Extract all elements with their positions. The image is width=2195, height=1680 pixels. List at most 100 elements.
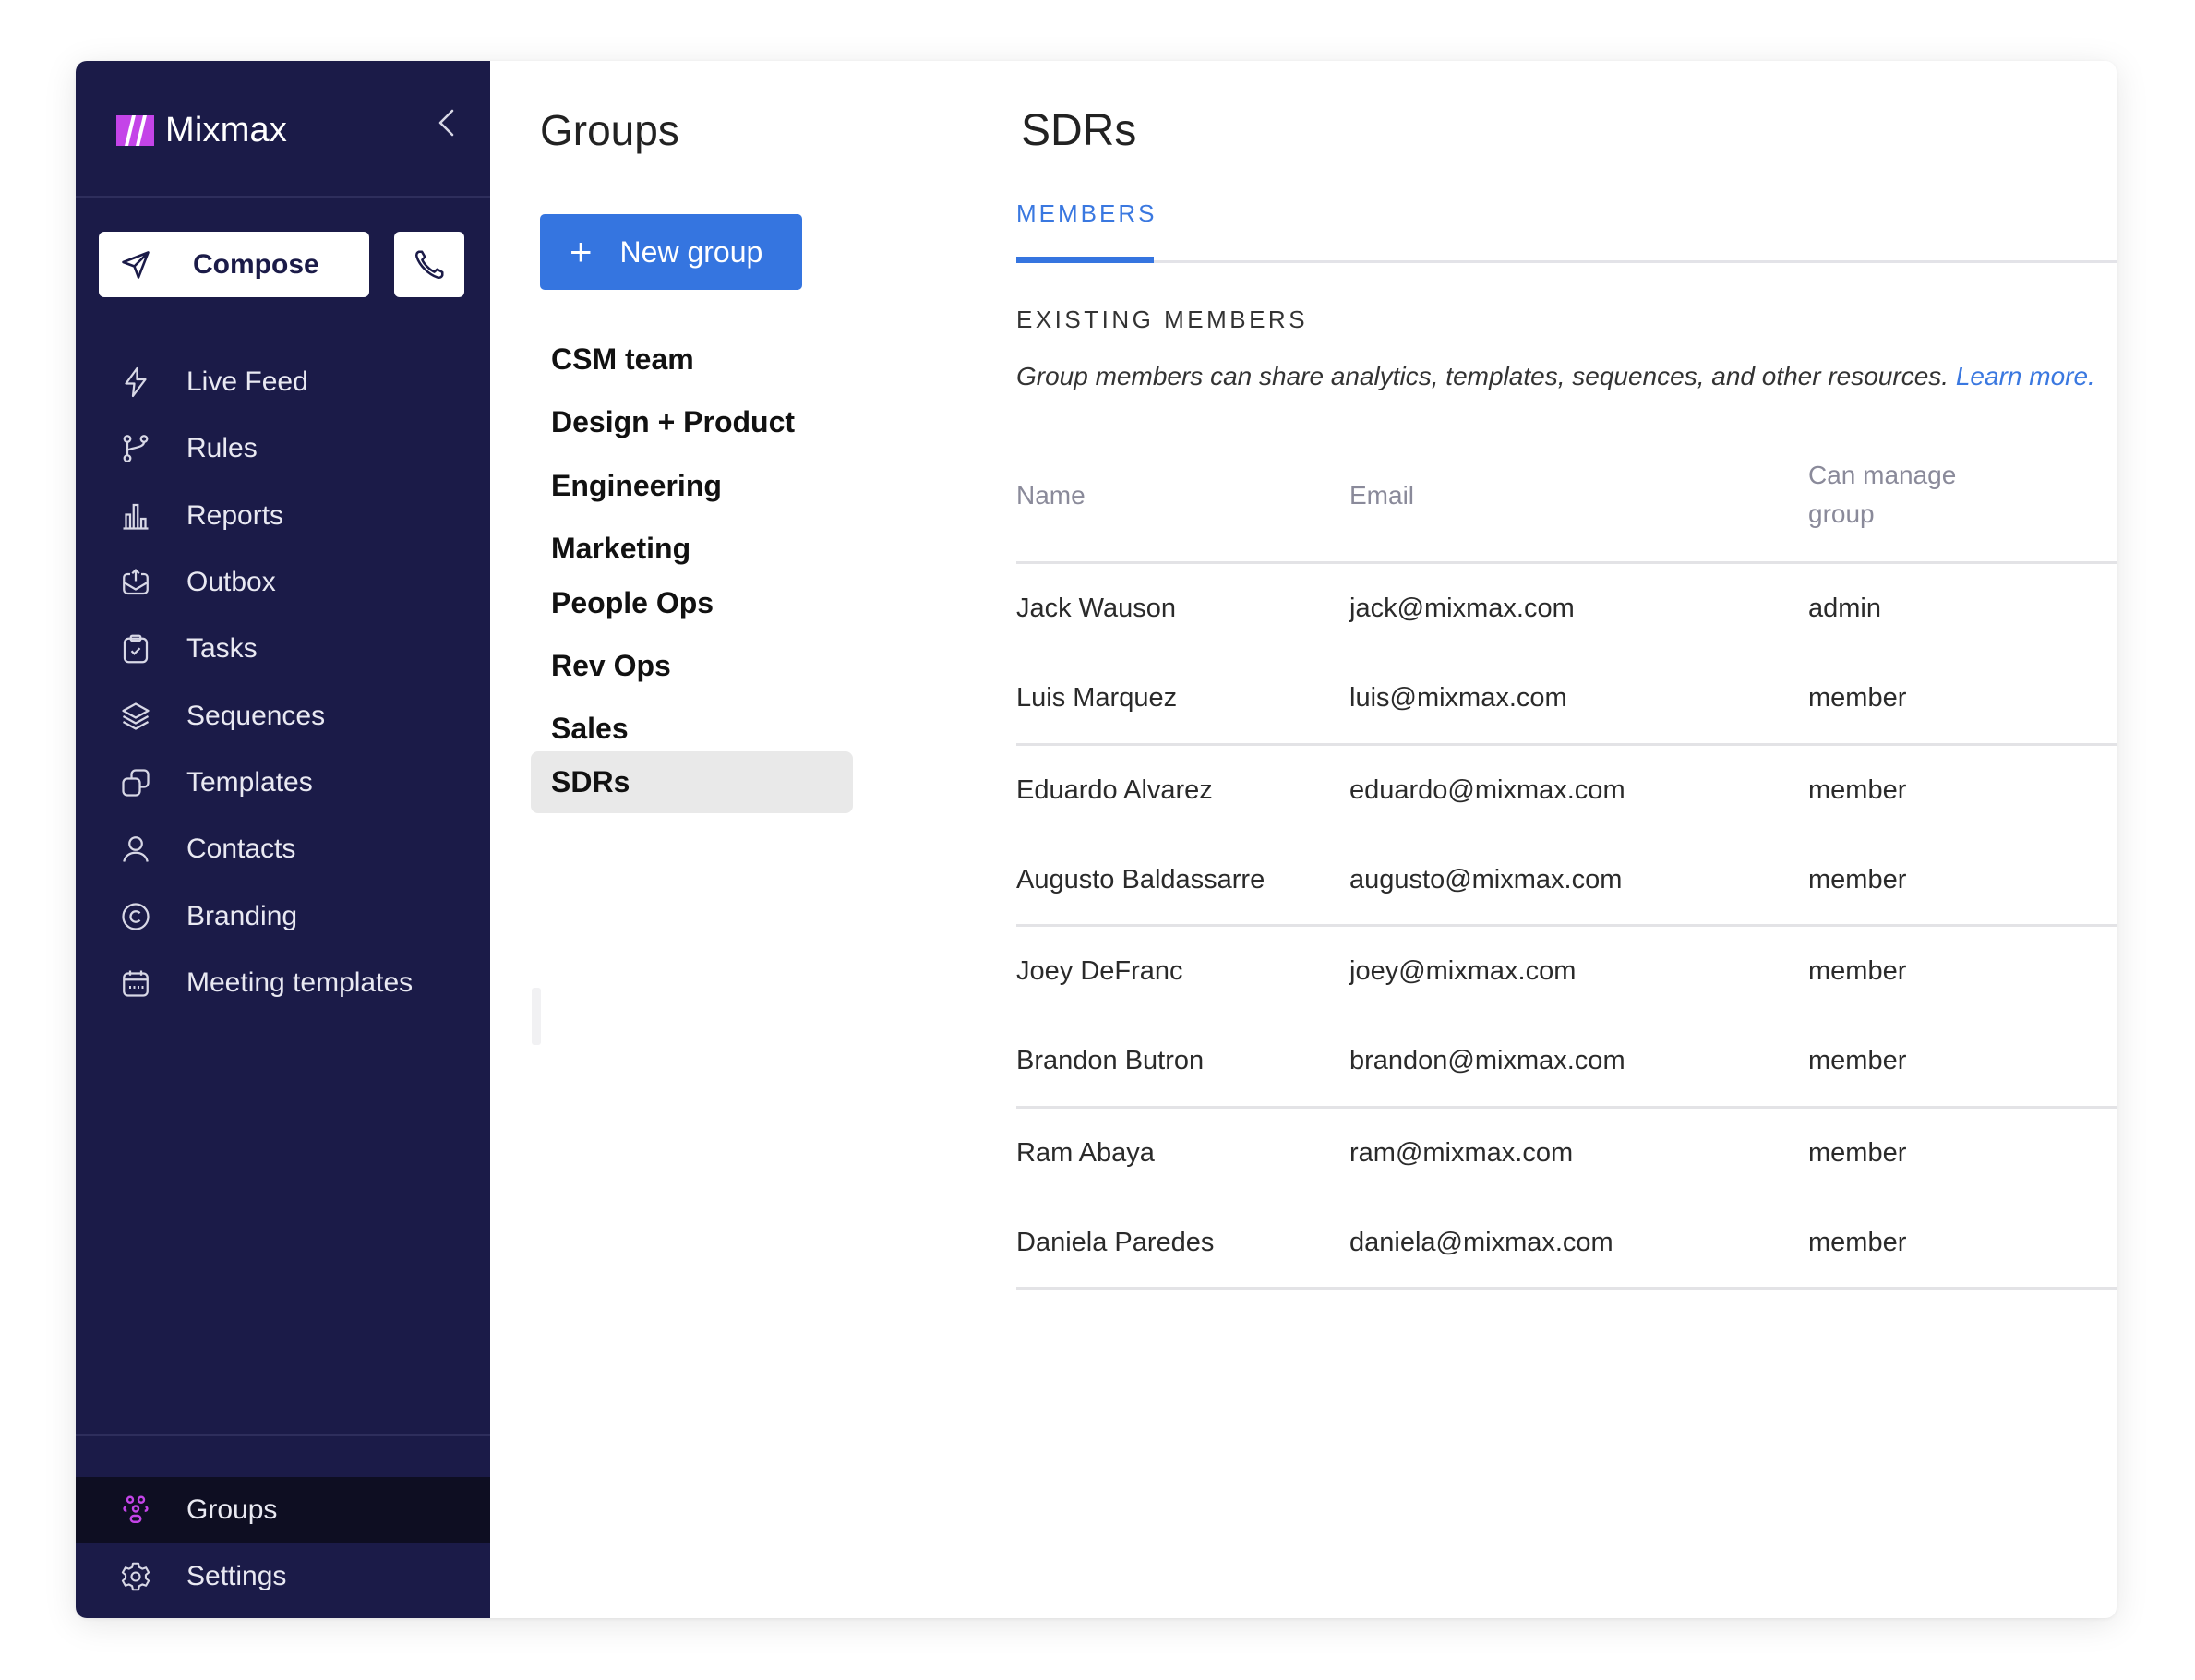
group-item-rev-ops[interactable]: Rev Ops [531, 635, 853, 697]
name-cell: Brandon Butron [1016, 1046, 1205, 1075]
compose-button[interactable]: Compose [99, 232, 369, 297]
name-cell: Daniela Paredes [1016, 1227, 1215, 1257]
bar-chart-icon [119, 499, 152, 533]
role-cell: member [1808, 1227, 1907, 1257]
email-cell: luis@mixmax.com [1349, 683, 1567, 713]
email-cell: augusto@mixmax.com [1349, 864, 1623, 894]
sidebar-item-rules[interactable]: Rules [76, 415, 490, 482]
copyright-icon [119, 900, 152, 933]
group-item-people-ops[interactable]: People Ops [531, 572, 853, 634]
table-row[interactable]: Daniela Paredes daniela@mixmax.com member [1016, 1198, 2117, 1290]
sidebar-divider [76, 1434, 490, 1436]
clipboard-check-icon [119, 632, 152, 666]
sidebar-item-label: Meeting templates [186, 966, 414, 998]
column-header-name[interactable]: Name [1016, 476, 1086, 515]
groups-panel: Groups + New group CSM team Design + Pro… [490, 61, 942, 1618]
table-row[interactable]: Luis Marquez luis@mixmax.com member [1016, 654, 2117, 746]
email-cell: ram@mixmax.com [1349, 1137, 1574, 1168]
sidebar-item-reports[interactable]: Reports [76, 483, 490, 549]
group-item-csm-team[interactable]: CSM team [531, 329, 853, 390]
chevron-left-icon [438, 109, 454, 137]
gear-icon [119, 1560, 152, 1593]
tab-members[interactable]: MEMBERS [1016, 190, 1157, 263]
role-cell: member [1808, 864, 1907, 894]
sidebar-item-label: Tasks [186, 633, 258, 665]
sidebar-item-settings[interactable]: Settings [76, 1543, 490, 1610]
sidebar-item-sequences[interactable]: Sequences [76, 682, 490, 749]
outbox-icon [119, 566, 152, 599]
sidebar-item-label: Templates [186, 766, 313, 798]
members-table: Name Email Can manage group Jack Wauson j… [1016, 453, 2117, 1290]
group-item-sales[interactable]: Sales [531, 698, 853, 760]
app-window: Mixmax Compose Live Feed Rules Reports O… [76, 61, 2117, 1618]
sidebar-item-meeting-templates[interactable]: Meeting templates [76, 950, 490, 1016]
name-cell: Augusto Baldassarre [1016, 864, 1265, 894]
group-item-engineering[interactable]: Engineering [531, 455, 853, 517]
table-body: Jack Wauson jack@mixmax.com admin Luis Marq… [1016, 564, 2117, 1290]
role-cell: member [1808, 683, 1907, 713]
table-header: Name Email Can manage group [1016, 453, 2117, 564]
group-item-sdrs[interactable]: SDRs [531, 751, 853, 813]
groups-icon [119, 1494, 152, 1527]
sidebar-item-label: Contacts [186, 834, 296, 865]
layers-icon [119, 700, 152, 733]
branch-icon [119, 432, 152, 465]
sidebar-item-tasks[interactable]: Tasks [76, 616, 490, 682]
sidebar-nav: Live Feed Rules Reports Outbox Tasks Seq… [76, 349, 490, 1016]
name-cell: Ram Abaya [1016, 1137, 1155, 1168]
collapse-sidebar-button[interactable] [432, 103, 460, 142]
sidebar-item-label: Groups [186, 1494, 278, 1525]
logo[interactable]: Mixmax [116, 111, 287, 150]
email-cell: eduardo@mixmax.com [1349, 774, 1625, 805]
email-cell: jack@mixmax.com [1349, 594, 1575, 624]
panel-resize-handle[interactable] [532, 988, 541, 1045]
sidebar-item-branding[interactable]: Branding [76, 882, 490, 949]
table-row[interactable]: Augusto Baldassarre augusto@mixmax.com mem… [1016, 835, 2117, 927]
sidebar: Mixmax Compose Live Feed Rules Reports O… [76, 61, 490, 1618]
role-cell: member [1808, 774, 1907, 805]
group-title: SDRs [1021, 106, 1137, 155]
learn-more-link[interactable]: Learn more. [1956, 362, 2095, 390]
calendar-icon [119, 966, 152, 1000]
column-header-email[interactable]: Email [1349, 476, 1414, 515]
sidebar-item-live-feed[interactable]: Live Feed [76, 349, 490, 415]
compose-label: Compose [193, 248, 319, 280]
name-cell: Luis Marquez [1016, 683, 1178, 713]
column-header-can-manage[interactable]: Can manage group [1808, 456, 1993, 534]
role-cell: member [1808, 956, 1907, 987]
group-item-design-product[interactable]: Design + Product [531, 391, 853, 453]
sidebar-item-outbox[interactable]: Outbox [76, 549, 490, 616]
sidebar-item-templates[interactable]: Templates [76, 750, 490, 816]
section-description: Group members can share analytics, templ… [1016, 362, 2095, 391]
new-group-label: New group [619, 234, 763, 269]
role-cell: admin [1808, 594, 1881, 624]
table-row[interactable]: Ram Abaya ram@mixmax.com member [1016, 1109, 2117, 1199]
group-detail: SDRs MEMBERS EXISTING MEMBERS Group memb… [942, 61, 2117, 1618]
new-group-button[interactable]: + New group [540, 214, 802, 290]
tab-members-label: MEMBERS [1016, 199, 1157, 227]
groups-panel-title: Groups [540, 106, 679, 154]
lightning-icon [119, 366, 152, 399]
sidebar-divider [76, 196, 490, 198]
sidebar-item-label: Rules [186, 433, 258, 464]
phone-button[interactable] [394, 232, 464, 297]
mixmax-logo-icon [116, 115, 154, 146]
table-row[interactable]: Brandon Butron brandon@mixmax.com member [1016, 1017, 2117, 1109]
role-cell: member [1808, 1046, 1907, 1075]
email-cell: joey@mixmax.com [1349, 956, 1577, 987]
email-cell: brandon@mixmax.com [1349, 1046, 1625, 1075]
group-item-marketing[interactable]: Marketing [531, 518, 853, 580]
sidebar-item-label: Settings [186, 1561, 287, 1591]
sidebar-item-label: Live Feed [186, 366, 308, 398]
active-tab-indicator [1016, 257, 1154, 263]
table-row[interactable]: Joey DeFranc joey@mixmax.com member [1016, 927, 2117, 1017]
copy-icon [119, 766, 152, 799]
table-row[interactable]: Jack Wauson jack@mixmax.com admin [1016, 564, 2117, 654]
sidebar-item-label: Sequences [186, 700, 326, 731]
sidebar-item-label: Branding [186, 900, 298, 931]
table-row[interactable]: Eduardo Alvarez eduardo@mixmax.com member [1016, 746, 2117, 836]
role-cell: member [1808, 1137, 1907, 1168]
tab-bar: MEMBERS [1016, 190, 2117, 263]
sidebar-item-groups[interactable]: Groups [76, 1477, 490, 1543]
sidebar-item-contacts[interactable]: Contacts [76, 816, 490, 882]
